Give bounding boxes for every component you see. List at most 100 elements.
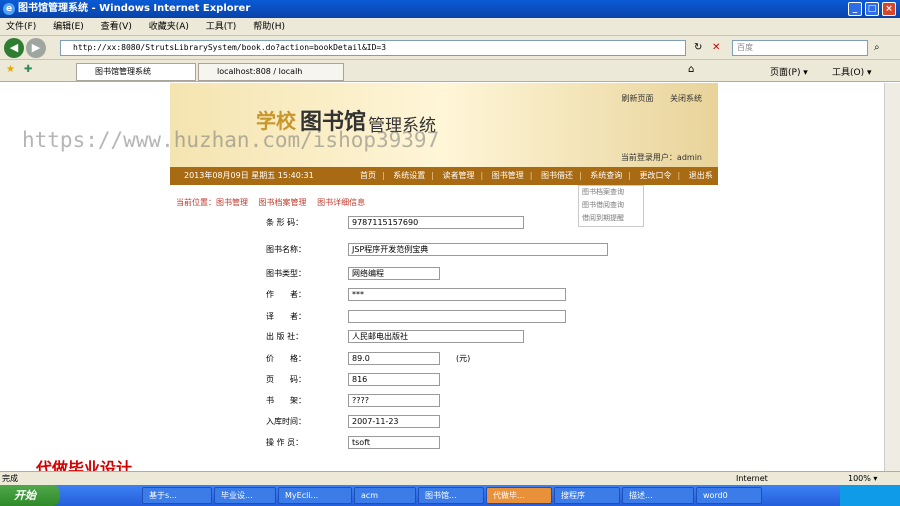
field-label: 作 者： — [266, 290, 306, 299]
nav-sep: | — [529, 171, 533, 180]
dropdown-due-reminder[interactable]: 借阅到期提醒 — [582, 212, 643, 225]
nav-borrow[interactable]: 图书借还 — [541, 171, 573, 180]
back-icon[interactable]: ◀ — [4, 38, 24, 58]
taskbar-item[interactable]: MyEcli... — [278, 487, 352, 504]
search-icon[interactable]: ⌕ — [874, 42, 880, 53]
current-user: 当前登录用户：admin — [620, 153, 702, 162]
tab-bar: ★ ✚ 图书馆管理系统 localhost:808 / localh ⌂ 页面(… — [0, 60, 900, 82]
tab-localhost[interactable]: localhost:808 / localh — [198, 63, 344, 81]
minimize-button[interactable]: _ — [848, 2, 862, 16]
nav-sep: | — [431, 171, 434, 180]
zoom-level[interactable]: 100% ▾ — [848, 472, 877, 485]
ie-logo-icon: e — [3, 3, 15, 15]
nav-books[interactable]: 图书管理 — [492, 171, 524, 180]
price-unit: (元) — [456, 354, 471, 363]
close-system-link[interactable]: 关闭系统 — [670, 94, 702, 103]
nav-sep: | — [579, 171, 582, 180]
title-field[interactable]: JSP程序开发范例宝典 — [348, 243, 608, 256]
menu-help[interactable]: 帮助(H) — [253, 22, 285, 32]
taskbar-item[interactable]: 毕业设... — [214, 487, 276, 504]
nav-query[interactable]: 系统查询 — [590, 171, 622, 180]
query-dropdown: 图书档案查询 图书借阅查询 借阅到期提醒 — [578, 185, 644, 227]
field-label: 操 作 员： — [266, 438, 304, 447]
window-titlebar: e 图书馆管理系统 - Windows Internet Explorer _ … — [0, 0, 900, 18]
browser-viewport: 学校 图书馆 管理系统 刷新页面 关闭系统 当前登录用户：admin 2013年… — [0, 83, 884, 471]
address-bar: ◀ ▶ http://xx:8080/StrutsLibrarySystem/b… — [0, 36, 900, 60]
favorites-star-icon[interactable]: ★ — [6, 64, 15, 75]
taskbar-item[interactable]: word0 — [696, 487, 762, 504]
menu-view[interactable]: 查看(V) — [101, 22, 132, 32]
breadcrumb-item[interactable]: 图书档案管理 — [259, 198, 307, 207]
field-label: 书 架： — [266, 396, 306, 405]
start-button[interactable]: 开始 — [0, 485, 60, 506]
price-field[interactable]: 89.0 — [348, 352, 440, 365]
taskbar-item[interactable]: 图书馆... — [418, 487, 484, 504]
close-button[interactable]: × — [882, 2, 896, 16]
promo-red-text: 代做毕业设计 — [36, 459, 133, 471]
menu-tools[interactable]: 工具(T) — [206, 22, 237, 32]
translator-field[interactable] — [348, 310, 566, 323]
taskbar-item[interactable]: 搜程序 — [554, 487, 620, 504]
banner-top-links: 刷新页面 关闭系统 — [607, 93, 702, 104]
nav-home[interactable]: 首页 — [360, 171, 376, 180]
taskbar-item[interactable]: 描述... — [622, 487, 694, 504]
stop-icon[interactable]: ✕ — [712, 42, 720, 53]
banner: 学校 图书馆 管理系统 刷新页面 关闭系统 当前登录用户：admin — [170, 83, 718, 167]
nav-sep: | — [382, 171, 385, 180]
field-label: 条 形 码： — [266, 218, 304, 227]
page-menu[interactable]: 页面(P) ▾ — [770, 65, 808, 78]
watermark-text: https://www.huzhan.com/ishop39397 — [22, 128, 440, 152]
status-bar: 完成 Internet 100% ▾ — [0, 471, 900, 485]
field-label: 图书类型： — [266, 269, 306, 278]
refresh-icon[interactable]: ↻ — [694, 42, 702, 53]
breadcrumb: 当前位置：图书管理 图书档案管理 图书详细信息 — [176, 197, 373, 208]
nav-readers[interactable]: 读者管理 — [443, 171, 475, 180]
pages-field[interactable]: 816 — [348, 373, 440, 386]
nav-links: 首页 | 系统设置 | 读者管理 | 图书管理 | 图书借还 | 系统查询 | 更改口令 | … — [360, 167, 718, 203]
field-label: 页 码： — [266, 375, 306, 384]
menu-edit[interactable]: 编辑(E) — [53, 22, 84, 32]
author-field[interactable]: *** — [348, 288, 566, 301]
field-label: 价 格： — [266, 354, 306, 363]
window-title: 图书馆管理系统 - Windows Internet Explorer — [18, 3, 251, 14]
breadcrumb-item[interactable]: 当前位置：图书管理 — [176, 198, 248, 207]
field-label: 图书名称： — [266, 245, 306, 254]
barcode-field[interactable]: 9787115157690 — [348, 216, 524, 229]
status-text: 完成 — [2, 474, 18, 483]
taskbar-item[interactable]: 基于s... — [142, 487, 212, 504]
tools-menu[interactable]: 工具(O) ▾ — [832, 65, 872, 78]
url-field[interactable]: http://xx:8080/StrutsLibrarySystem/book.… — [60, 40, 686, 56]
vertical-scrollbar[interactable] — [884, 83, 900, 471]
taskbar-item[interactable]: acm — [354, 487, 416, 504]
nav-sep: | — [628, 171, 631, 180]
publisher-field[interactable]: 人民邮电出版社 — [348, 330, 524, 343]
menu-favorites[interactable]: 收藏夹(A) — [149, 22, 189, 32]
intime-field[interactable]: 2007-11-23 — [348, 415, 440, 428]
refresh-page-link[interactable]: 刷新页面 — [621, 94, 653, 103]
field-label: 出 版 社： — [266, 332, 304, 341]
system-tray — [840, 485, 900, 506]
field-label: 入库时间： — [266, 417, 306, 426]
maximize-button[interactable]: □ — [865, 2, 879, 16]
operator-field[interactable]: tsoft — [348, 436, 440, 449]
nav-sep: | — [677, 171, 681, 180]
tab-label: 图书馆管理系统 — [95, 67, 151, 76]
taskbar-item[interactable]: 代做毕... — [486, 487, 552, 504]
forward-icon[interactable]: ▶ — [26, 38, 46, 58]
tab-library-system[interactable]: 图书馆管理系统 — [76, 63, 196, 81]
menu-file[interactable]: 文件(F) — [6, 22, 36, 32]
type-field[interactable]: 网络编程 — [348, 267, 440, 280]
nav-password[interactable]: 更改口令 — [640, 171, 672, 180]
dropdown-borrow-query[interactable]: 图书借阅查询 — [582, 199, 643, 212]
nav-settings[interactable]: 系统设置 — [393, 171, 425, 180]
current-date: 2013年08月09日 星期五 15:40:31 — [184, 171, 314, 180]
dropdown-book-query[interactable]: 图书档案查询 — [582, 186, 643, 199]
search-input[interactable]: 百度 — [732, 40, 868, 56]
nav-strip: 2013年08月09日 星期五 15:40:31 首页 | 系统设置 | 读者管理 |… — [170, 167, 718, 198]
tab-label: localhost:808 / localh — [217, 67, 303, 76]
shelf-field[interactable]: ???? — [348, 394, 440, 407]
field-label: 译 者： — [266, 312, 306, 321]
add-favorite-icon[interactable]: ✚ — [24, 64, 32, 75]
home-icon[interactable]: ⌂ — [688, 64, 694, 75]
taskbar: 开始 基于s... 毕业设... MyEcli... acm 图书馆... 代做… — [0, 485, 900, 506]
